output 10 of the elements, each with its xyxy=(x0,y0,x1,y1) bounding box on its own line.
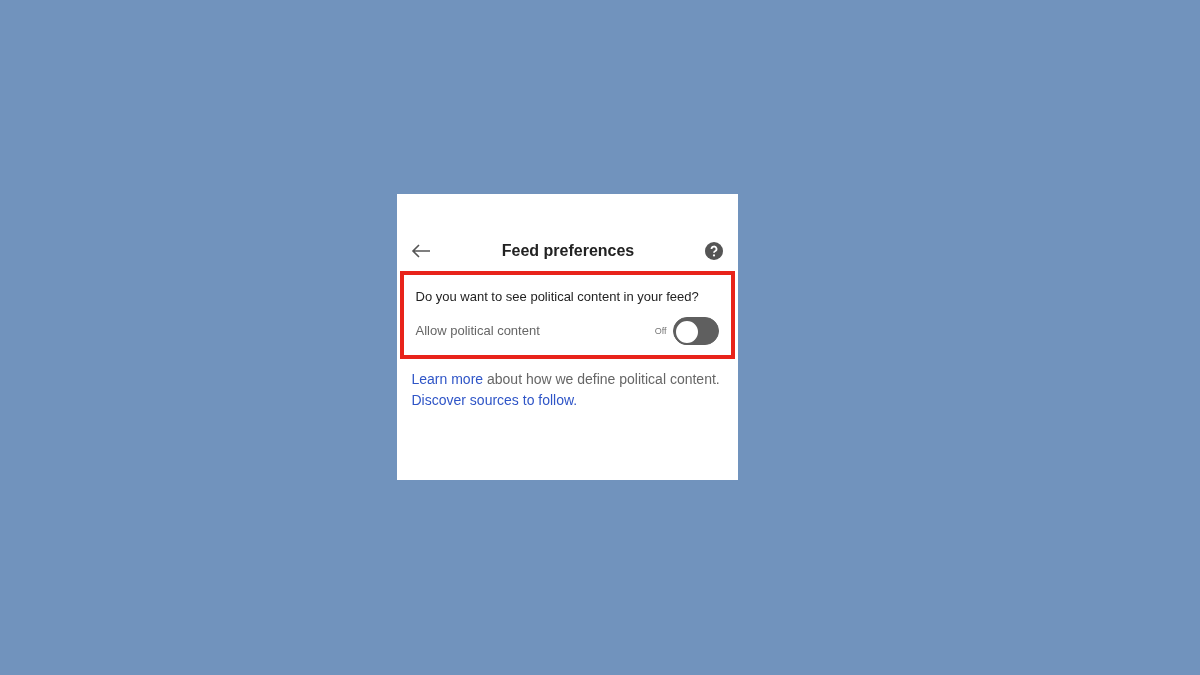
toggle-switch[interactable] xyxy=(672,316,719,345)
toggle-state-label: Off xyxy=(654,325,667,336)
page-title: Feed preferences xyxy=(501,241,635,260)
setting-label: Allow political content xyxy=(415,323,540,338)
link[interactable]: Learn more xyxy=(411,370,484,387)
setting-question: Do you want to see political content in your feed? xyxy=(415,288,700,304)
help-icon[interactable] xyxy=(705,241,724,260)
link[interactable]: Discover sources to follow. xyxy=(411,391,578,408)
info-text: Learn more about how we define political content. Discover sources to follow. xyxy=(411,369,721,410)
back-arrow-icon[interactable] xyxy=(410,243,431,258)
